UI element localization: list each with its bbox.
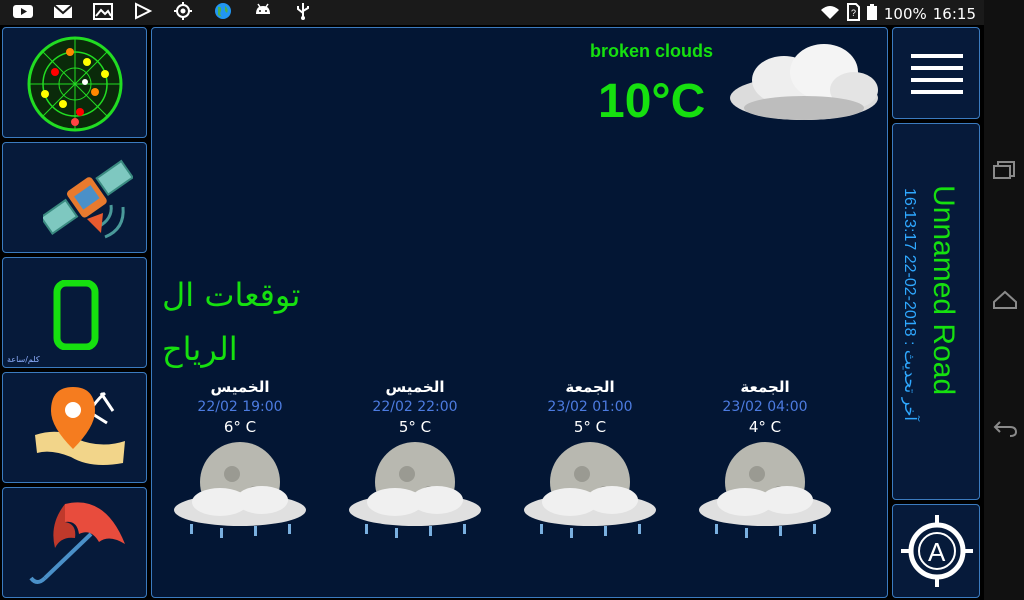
play-store-icon <box>132 2 154 22</box>
weather-condition: broken clouds <box>590 41 714 61</box>
location-name: Unnamed Road <box>927 185 960 396</box>
battery-percent: 100% <box>883 5 927 23</box>
usb-icon <box>292 2 314 22</box>
map-pin-icon <box>35 387 125 465</box>
umbrella-icon <box>29 502 125 584</box>
svg-text:A: A <box>928 537 946 567</box>
target-a-icon: A <box>901 515 973 587</box>
forecast-item: الخميس 22/02 19:00 6° C <box>170 378 310 544</box>
map-button[interactable] <box>2 372 147 483</box>
notification-icons <box>12 2 314 22</box>
forecast-item: الخميس 22/02 22:00 5° C <box>345 378 485 544</box>
navigation-button[interactable]: A <box>892 504 980 598</box>
forecast-day: الخميس <box>210 378 270 396</box>
weather-panel: broken clouds 10°C توقعات ال الرياح الخم… <box>151 27 888 598</box>
menu-icon <box>911 54 963 94</box>
android-icon <box>252 2 274 22</box>
battery-icon <box>866 3 878 25</box>
forecast-temp: 4° C <box>748 418 782 436</box>
recents-button[interactable] <box>992 160 1018 180</box>
cloudy-moon-rain-icon <box>174 442 306 538</box>
gallery-icon <box>92 2 114 22</box>
compass-button[interactable] <box>2 27 147 138</box>
back-button[interactable] <box>992 418 1018 438</box>
home-button[interactable] <box>992 290 1018 310</box>
wind-forecast-title-line1[interactable]: توقعات ال <box>162 276 312 314</box>
cloudy-moon-rain-icon <box>349 442 481 538</box>
location-icon <box>172 2 194 22</box>
forecast-temp: 5° C <box>573 418 607 436</box>
clock: 16:15 <box>932 5 976 23</box>
forecast-temp: 5° C <box>398 418 432 436</box>
broken-clouds-icon <box>730 44 878 120</box>
cloudy-moon-rain-icon <box>524 442 656 538</box>
compass-grid-icon <box>27 36 123 132</box>
forecast-item: الجمعة 23/02 01:00 5° C <box>520 378 660 544</box>
system-nav-bar <box>984 0 1024 600</box>
forecast-day: الخميس <box>385 378 445 396</box>
forecast-day: الجمعة <box>565 378 615 396</box>
status-bar: ? 100% 16:15 <box>0 0 984 25</box>
satellite-button[interactable] <box>2 142 147 253</box>
last-update: آخر تحديث : 2018-02-22 16:13:17 <box>901 188 918 421</box>
forecast-temp: 6° C <box>223 418 257 436</box>
forecast-time: 23/02 04:00 <box>722 399 808 415</box>
sim-icon: ? <box>846 3 860 25</box>
menu-button[interactable] <box>892 27 980 119</box>
globe-icon <box>212 2 234 22</box>
system-status: ? 100% 16:15 <box>820 3 976 25</box>
youtube-icon <box>12 2 34 22</box>
forecast-time: 22/02 22:00 <box>372 399 458 415</box>
forecast-time: 23/02 01:00 <box>547 399 633 415</box>
forecast-time: 22/02 19:00 <box>197 399 283 415</box>
gmail-icon <box>52 2 74 22</box>
satellite-icon <box>43 159 133 239</box>
speed-unit: كلم/ساعة <box>7 355 40 364</box>
cloudy-moon-rain-icon <box>699 442 831 538</box>
wind-forecast-title-line2[interactable]: الرياح <box>162 330 312 368</box>
wifi-icon <box>820 4 840 24</box>
forecast-day: الجمعة <box>740 378 790 396</box>
speedometer-icon <box>53 280 99 350</box>
umbrella-button[interactable] <box>2 487 147 598</box>
forecast-item: الجمعة 23/02 04:00 4° C <box>695 378 835 544</box>
svg-text:?: ? <box>851 8 856 18</box>
speed-button[interactable]: 0 كلم/ساعة <box>2 257 147 368</box>
current-temperature: 10°C <box>598 75 706 128</box>
